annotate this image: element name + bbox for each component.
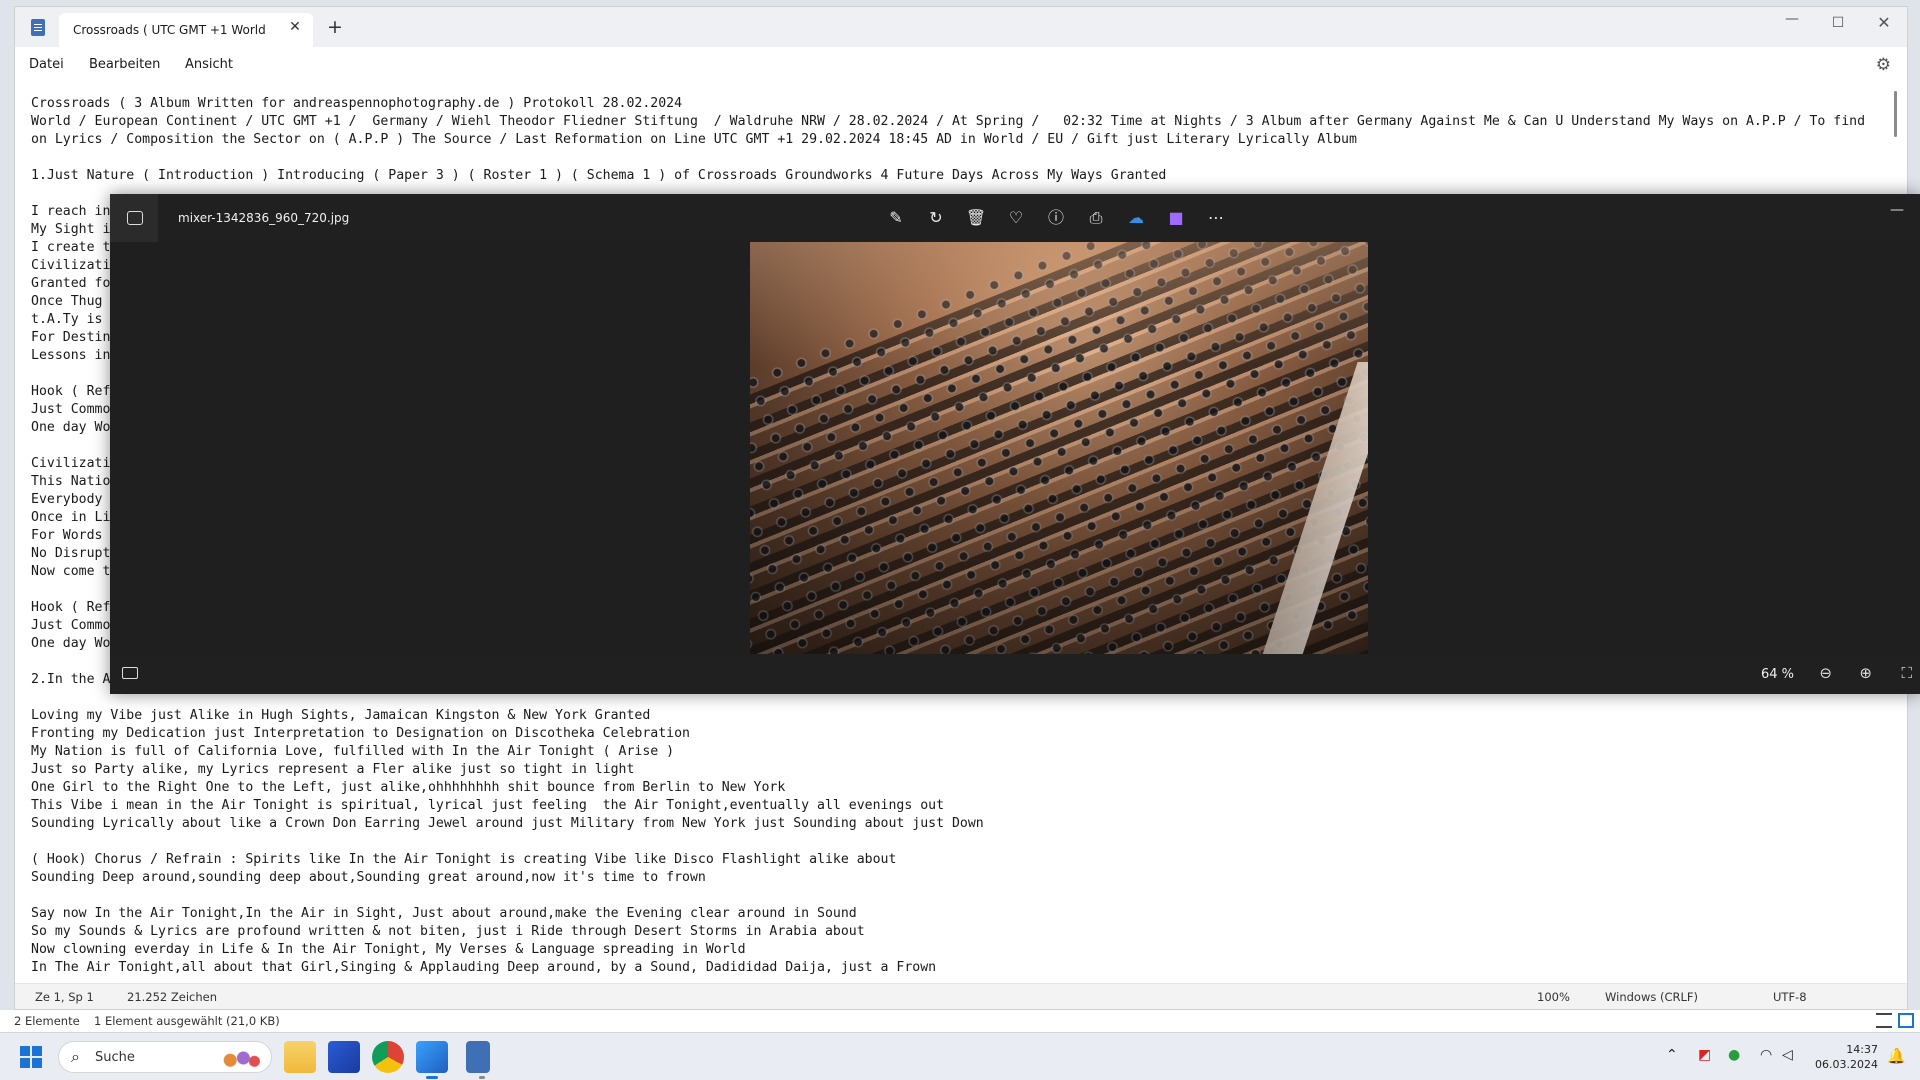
minimize-button[interactable]: — [1777,11,1807,27]
onedrive-icon[interactable]: ☁ [1124,206,1148,230]
text-line: Say now In the Air Tonight,In the Air in… [31,906,857,921]
zoom-level: 100% [1537,990,1570,1004]
edit-image-icon[interactable]: ✎ [884,206,908,230]
text-line: World / European Continent / UTC GMT +1 … [31,114,1866,129]
more-icon[interactable]: ⋯ [1204,206,1228,230]
notepad-titlebar: Crossroads ( UTC GMT +1 World ( E ✕ + — … [15,7,1907,47]
search-highlight-icon [217,1047,261,1069]
search-icon: ⌕ [71,1047,80,1066]
photos-app-icon[interactable] [416,1041,448,1079]
clipchamp-icon[interactable]: ■ [1164,206,1188,230]
image-filename: mixer-1342836_960_720.jpg [178,211,350,225]
gallery-toggle-icon[interactable] [110,194,158,242]
text-line: 1.Just Nature ( Introduction ) Introduci… [31,168,1167,183]
favorite-icon[interactable]: ♡ [1004,206,1028,230]
maximize-button[interactable]: ☐ [1823,15,1853,31]
fit-to-window-icon[interactable]: ⛶ [1901,664,1912,682]
text-line: One Girl to the Right One to the Left, j… [31,780,786,795]
clock-date: 06.03.2024 [1815,1058,1878,1071]
taskbar-search[interactable]: ⌕ Suche [58,1041,272,1073]
tiles-view-icon[interactable] [1898,1013,1914,1028]
text-line: Fronting my Dedication just Interpretati… [31,726,690,741]
text-line: Sounding Deep around,sounding deep about… [31,870,706,885]
photos-bottombar: 64 % ⊖ ⊕ ⛶ [110,654,1920,694]
filmstrip-icon[interactable] [122,667,138,679]
details-view-icon[interactable] [1876,1013,1892,1028]
line-ending: Windows (CRLF) [1605,990,1699,1004]
notepad-taskbar-icon[interactable] [466,1041,490,1079]
notepad-menubar: Datei Bearbeiten Ansicht ⚙ [15,47,1907,81]
text-line: Now clowning everday in Life & In the Ai… [31,942,746,957]
notification-bell-icon[interactable]: 🔔 [1887,1047,1906,1065]
file-explorer-icon[interactable] [284,1041,316,1073]
settings-gear-icon[interactable]: ⚙ [1876,55,1891,75]
text-line: My Nation is full of California Love, fu… [31,744,675,759]
text-line: Loving my Vibe just Alike in Hugh Sights… [31,708,651,723]
menu-ansicht[interactable]: Ansicht [185,57,233,72]
text-line: Sounding Lyrically about like a Crown Do… [31,816,984,831]
photos-minimize-button[interactable]: — [1890,202,1904,218]
clock-time: 14:37 [1846,1043,1878,1056]
menu-bearbeiten[interactable]: Bearbeiten [89,57,160,72]
search-placeholder: Suche [95,1050,135,1065]
text-line [31,149,1883,167]
tray-overflow-icon[interactable]: ⌃ [1666,1047,1678,1063]
text-line: ( Hook) Chorus / Refrain : Spirits like … [31,852,897,867]
menu-datei[interactable]: Datei [29,57,64,72]
microsoft-store-icon[interactable] [328,1041,360,1073]
notepad-tab[interactable]: Crossroads ( UTC GMT +1 World ( E ✕ [59,13,313,47]
text-line: on Lyrics / Composition the Sector on ( … [31,132,1357,147]
text-line [31,833,1883,851]
taskbar: ⌕ Suche ⌃ ◩ ● ◠ ◁ 14:37 06.03.2024 🔔 [0,1032,1920,1080]
text-line: Just so Party alike, my Lyrics represent… [31,762,635,777]
start-button[interactable] [20,1046,42,1068]
text-line: Crossroads ( 3 Album Written for andreas… [31,96,683,111]
rotate-icon[interactable]: ↻ [924,206,948,230]
text-line [31,887,1883,905]
new-tab-button[interactable]: + [327,16,343,38]
chrome-icon[interactable] [372,1041,404,1073]
cursor-position: Ze 1, Sp 1 [35,990,94,1004]
zoom-out-icon[interactable]: ⊖ [1819,664,1832,682]
delete-icon[interactable]: 🗑 [964,206,988,230]
encoding: UTF-8 [1773,990,1807,1004]
photos-viewer-window: mixer-1342836_960_720.jpg ✎ ↻ 🗑 ♡ ⓘ ⎙ ☁ … [110,194,1920,694]
info-icon[interactable]: ⓘ [1044,206,1068,230]
photos-zoom-level: 64 % [1760,667,1794,682]
close-tab-icon[interactable]: ✕ [285,19,305,35]
notepad-tab-title: Crossroads ( UTC GMT +1 World ( E [73,23,265,37]
close-window-button[interactable]: ✕ [1869,13,1899,32]
explorer-statusbar: 2 Elemente 1 Element ausgewählt (21,0 KB… [0,1010,1920,1032]
notepad-statusbar: Ze 1, Sp 1 21.252 Zeichen 100% Windows (… [15,983,1907,1009]
zoom-in-icon[interactable]: ⊕ [1859,664,1872,682]
text-line: So my Sounds & Lyrics are profound writt… [31,924,865,939]
explorer-selection: 1 Element ausgewählt (21,0 KB) [94,1014,280,1028]
photos-toolbar: mixer-1342836_960_720.jpg ✎ ↻ 🗑 ♡ ⓘ ⎙ ☁ … [110,194,1920,242]
text-line: This Vibe i mean in the Air Tonight is s… [31,798,945,813]
vertical-scrollbar[interactable] [1894,91,1897,137]
volume-icon[interactable]: ◁ [1782,1047,1793,1063]
text-line: In The Air Tonight,all about that Girl,S… [31,960,937,975]
explorer-item-count: 2 Elemente [14,1014,80,1028]
mixer-photo [750,242,1368,654]
wifi-icon[interactable]: ◠ [1760,1047,1772,1063]
pdf-tray-icon[interactable]: ◩ [1698,1047,1711,1063]
clock[interactable]: 14:37 06.03.2024 [1815,1042,1878,1072]
notepad-app-icon [31,19,45,36]
security-tray-icon[interactable]: ● [1728,1047,1740,1063]
character-count: 21.252 Zeichen [127,990,218,1004]
print-icon[interactable]: ⎙ [1084,206,1108,230]
